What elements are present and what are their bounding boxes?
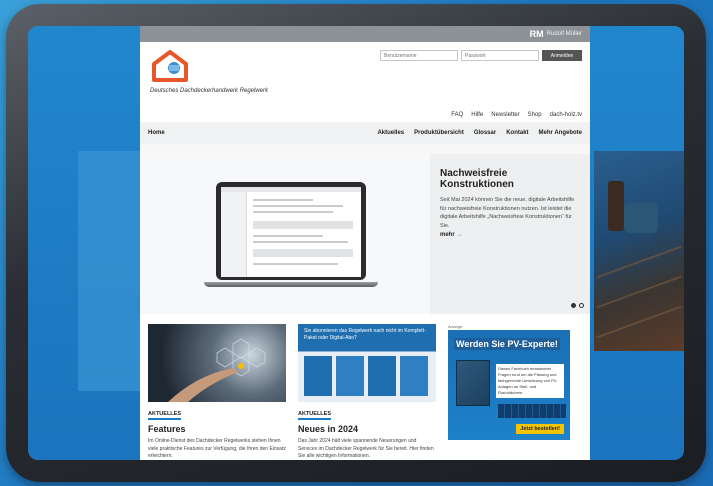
hero-slider: Nachweisfreie Konstruktionen Seit Mai 20… — [140, 154, 590, 314]
card-title[interactable]: Neues in 2024 — [298, 424, 436, 434]
util-link-tv[interactable]: dach-holz.tv — [550, 112, 582, 118]
laptop-illustration — [216, 182, 366, 280]
website: RM Rudolf Müller Deutsches Dachdeckerhan… — [140, 26, 590, 460]
user-name[interactable]: Rudolf Müller — [547, 31, 582, 37]
nav-mehr-angebote[interactable]: Mehr Angebote — [539, 130, 582, 136]
arrow-right-icon: → — [456, 232, 463, 238]
utility-nav: FAQ Hilfe Newsletter Shop dach-holz.tv — [451, 112, 582, 118]
card-text: Das Jahr 2024 hält viele spannende Neuer… — [298, 438, 434, 459]
hero-text: Seit Mai 2024 können Sie die neue, digit… — [440, 197, 575, 229]
hero-more-link[interactable]: mehr → — [440, 232, 580, 238]
solar-panel-image — [498, 404, 566, 418]
ad-block: Anzeige Werden Sie PV-Experte! Dieses Fa… — [448, 324, 570, 460]
user-bar: RM Rudolf Müller — [140, 26, 590, 42]
card-features-image — [148, 324, 286, 402]
site-header: Deutsches Dachdeckerhandwerk Regelwerk A… — [140, 42, 590, 122]
card-tag: AKTUELLES — [298, 411, 331, 420]
roofer-photo — [594, 151, 684, 351]
ad-label: Anzeige — [448, 324, 463, 329]
util-link-faq[interactable]: FAQ — [451, 112, 463, 118]
ad-title: Werden Sie PV-Experte! — [454, 338, 560, 350]
hero-title: Nachweisfreie Konstruktionen — [440, 168, 514, 190]
card-features[interactable]: AKTUELLES Features Im Online-Dienst des … — [148, 324, 286, 460]
ad-text: Dieses Fachbuch beantwortet Fragen rund … — [496, 364, 564, 398]
regelwerk-logo[interactable] — [152, 50, 188, 82]
util-link-newsletter[interactable]: Newsletter — [491, 112, 519, 118]
nav-aktuelles[interactable]: Aktuelles — [377, 130, 404, 136]
card-neues-caption: Sie abonnieren das Regelwerk nach nicht … — [304, 328, 426, 341]
card-neues-image: Sie abonnieren das Regelwerk nach nicht … — [298, 324, 436, 402]
laptop-base — [204, 282, 378, 287]
main-nav: Home Aktuelles Produktübersicht Glossar … — [140, 122, 590, 144]
card-tag: AKTUELLES — [148, 411, 181, 420]
util-link-shop[interactable]: Shop — [528, 112, 542, 118]
card-neues-2024[interactable]: Sie abonnieren das Regelwerk nach nicht … — [298, 324, 436, 460]
nav-home[interactable]: Home — [148, 130, 377, 136]
username-input[interactable] — [380, 50, 458, 61]
book-cover-image — [456, 360, 490, 406]
util-link-help[interactable]: Hilfe — [471, 112, 483, 118]
login-form: Anmelden — [380, 50, 582, 61]
user-initials[interactable]: RM — [530, 29, 544, 39]
more-label: mehr — [440, 232, 455, 238]
slider-dot-1[interactable] — [571, 303, 576, 308]
tablet-screen: RM Rudolf Müller Deutsches Dachdeckerhan… — [28, 26, 684, 460]
tablet-frame: RM Rudolf Müller Deutsches Dachdeckerhan… — [6, 4, 706, 482]
pv-expert-ad[interactable]: Werden Sie PV-Experte! Dieses Fachbuch b… — [448, 330, 570, 440]
login-button[interactable]: Anmelden — [542, 50, 582, 61]
password-input[interactable] — [461, 50, 539, 61]
card-title[interactable]: Features — [148, 424, 286, 434]
hero-image[interactable] — [140, 154, 430, 314]
hero-text-panel: Nachweisfreie Konstruktionen Seit Mai 20… — [430, 154, 590, 314]
card-text: Im Online-Dienst des Dachdecker Regelwer… — [148, 438, 286, 459]
hexagon-network-icon — [168, 338, 266, 402]
nav-kontakt[interactable]: Kontakt — [506, 130, 528, 136]
slider-dot-2[interactable] — [579, 303, 584, 308]
nav-glossar[interactable]: Glossar — [474, 130, 496, 136]
order-button[interactable]: Jetzt bestellen! — [516, 424, 564, 434]
slider-dots — [571, 303, 584, 308]
nav-produktuebersicht[interactable]: Produktübersicht — [414, 130, 464, 136]
teaser-cards: AKTUELLES Features Im Online-Dienst des … — [140, 314, 590, 460]
site-tagline: Deutsches Dachdeckerhandwerk Regelwerk — [150, 88, 269, 94]
